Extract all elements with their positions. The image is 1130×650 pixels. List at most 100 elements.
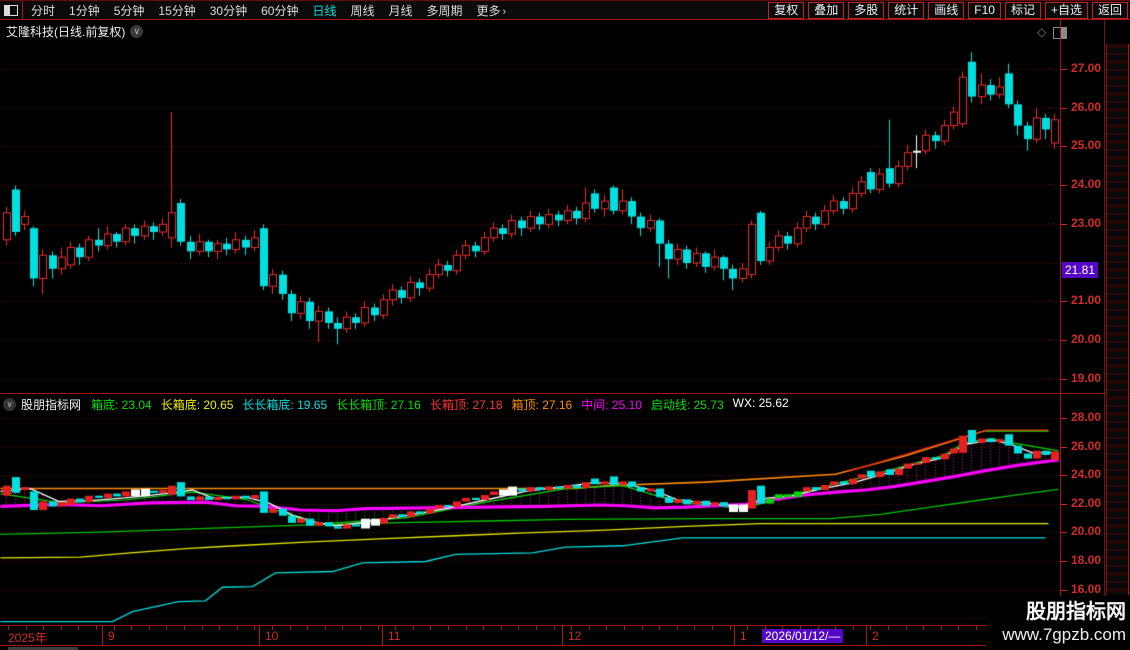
date-tick	[307, 626, 309, 630]
axis-tick	[1061, 339, 1067, 341]
indicator-value-4: 长长箱顶: 27.16	[336, 398, 421, 412]
date-label: 10	[265, 629, 279, 643]
price-label: 23.00	[1071, 215, 1102, 230]
period-tab-11[interactable]: 更多 ›	[477, 2, 507, 19]
watermark-site-name: 股朋指标网	[1026, 600, 1126, 623]
date-tick	[148, 626, 150, 630]
period-tab-3[interactable]: 5分钟	[114, 2, 145, 19]
indicator-price-label: 20.00	[1071, 524, 1102, 539]
period-tab-2[interactable]: 1分钟	[69, 2, 100, 19]
date-tick	[360, 626, 361, 630]
period-tab-10[interactable]: 多周期	[427, 2, 463, 19]
period-tab-1[interactable]: 分时	[31, 2, 55, 19]
toolbar-button-9[interactable]: 返回	[1091, 1, 1128, 19]
indicator-value-2: 长箱底: 20.65	[160, 398, 234, 412]
date-tick	[923, 626, 925, 630]
date-tick	[888, 626, 889, 630]
date-tick	[96, 626, 97, 630]
axis-tick	[1061, 446, 1067, 448]
date-tick	[131, 626, 133, 630]
indicator-price-label: 18.00	[1071, 553, 1102, 567]
diamond-marker-icon[interactable]: ◇	[1037, 25, 1046, 39]
axis-divider-line	[1060, 20, 1061, 647]
axis-dots: ··	[1048, 63, 1056, 73]
axis-tick	[1061, 146, 1067, 148]
date-tick	[412, 626, 414, 630]
indicator-panel-chart[interactable]	[0, 415, 1060, 625]
indicator-value-8: 启动线: 25.73	[650, 398, 724, 412]
stock-title: 艾隆科技(日线.前复权)	[6, 24, 126, 39]
period-tab-9[interactable]: 月线	[389, 2, 413, 19]
toolbar-button-3[interactable]: 多股	[848, 1, 885, 19]
date-label: 2	[872, 629, 879, 643]
more-arrow-icon: ›	[502, 5, 507, 18]
axis-tick	[1061, 589, 1067, 591]
toolbar-button-1[interactable]: 复权	[768, 1, 805, 19]
toolbar-right-buttons: 复权 叠加 多股 统计 画线 F10 标记 +自选 返回	[764, 1, 1128, 19]
date-tick	[448, 626, 449, 630]
toolbar-button-8[interactable]: +自选	[1044, 1, 1088, 19]
price-label: 19.00	[1071, 370, 1102, 385]
date-tick	[377, 626, 379, 630]
axis-tick	[1061, 561, 1067, 562]
indicator-collapse-icon[interactable]: ∨	[3, 398, 16, 411]
date-tick	[518, 626, 520, 630]
period-tab-5[interactable]: 30分钟	[210, 2, 247, 19]
date-tick	[184, 626, 185, 630]
indicator-price-label: 16.00	[1071, 581, 1102, 596]
date-tick	[553, 626, 555, 630]
period-tab-7[interactable]: 日线	[312, 2, 336, 19]
indicator-value-1: 箱底: 23.04	[91, 398, 152, 412]
month-separator	[866, 626, 867, 645]
date-tick	[236, 626, 238, 630]
toolbar-button-2[interactable]: 叠加	[808, 1, 845, 19]
date-tick	[641, 626, 643, 630]
watermark-box: 股朋指标网 www.7gpzb.com	[986, 596, 1130, 648]
indicator-value-7: 中间: 25.10	[581, 398, 642, 412]
axis-tick	[1061, 107, 1067, 109]
axis-dots: ··	[1048, 179, 1056, 190]
toolbar-button-4[interactable]: 统计	[888, 1, 925, 19]
period-tabs: 分时 1分钟 5分钟 15分钟 30分钟 60分钟 日线 周线 月线 多周期 更多 ›	[31, 2, 520, 19]
axis-tick	[1061, 378, 1067, 380]
date-tick	[712, 626, 713, 630]
indicator-price-label: 22.00	[1071, 495, 1102, 510]
toolbar-button-5[interactable]: 画线	[928, 1, 965, 19]
period-tab-4[interactable]: 15分钟	[158, 2, 195, 19]
date-label: 2025年	[8, 631, 47, 645]
date-tick	[430, 626, 432, 630]
date-tick	[940, 626, 942, 630]
indicator-source-name[interactable]: 股朋指标网	[21, 396, 81, 413]
indicator-values: 箱底: 23.04 长箱底: 20.65 长长箱底: 19.65 长长箱顶: 27.1…	[91, 396, 798, 413]
date-tick	[747, 626, 749, 630]
month-separator	[259, 626, 260, 645]
period-tab-6[interactable]: 60分钟	[261, 2, 298, 19]
date-tick	[536, 626, 537, 630]
price-label: 21.00	[1071, 293, 1102, 308]
date-tick	[905, 626, 907, 630]
axis-tick	[1061, 69, 1067, 70]
window-layout-button[interactable]	[0, 1, 23, 19]
date-tick	[201, 626, 203, 630]
date-label: 12	[568, 629, 582, 643]
date-tick	[976, 626, 977, 630]
date-tick	[166, 626, 168, 630]
date-tick	[659, 626, 661, 630]
date-tick	[483, 626, 485, 630]
axis-tick	[1061, 185, 1067, 187]
watermark-url: www.7gpzb.com	[1002, 624, 1126, 644]
axis-tick	[1061, 532, 1067, 534]
axis-tick	[1061, 475, 1067, 477]
panel-divider-line	[0, 393, 1130, 394]
date-tick	[624, 626, 625, 630]
date-tick	[254, 626, 256, 630]
axis-dots: ··	[1048, 101, 1056, 112]
main-candlestick-chart[interactable]	[0, 40, 1060, 393]
toolbar-button-7[interactable]: 标记	[1004, 1, 1041, 19]
period-tab-8[interactable]: 周线	[350, 2, 374, 19]
indicator-header: ∨ 股朋指标网 箱底: 23.04 长箱底: 20.65 长长箱底: 19.65 长长…	[0, 395, 1060, 414]
date-tick	[60, 626, 62, 630]
toolbar-button-6[interactable]: F10	[968, 1, 1001, 19]
title-chevron-down-icon[interactable]: ∨	[130, 24, 144, 38]
date-tick	[78, 626, 80, 630]
